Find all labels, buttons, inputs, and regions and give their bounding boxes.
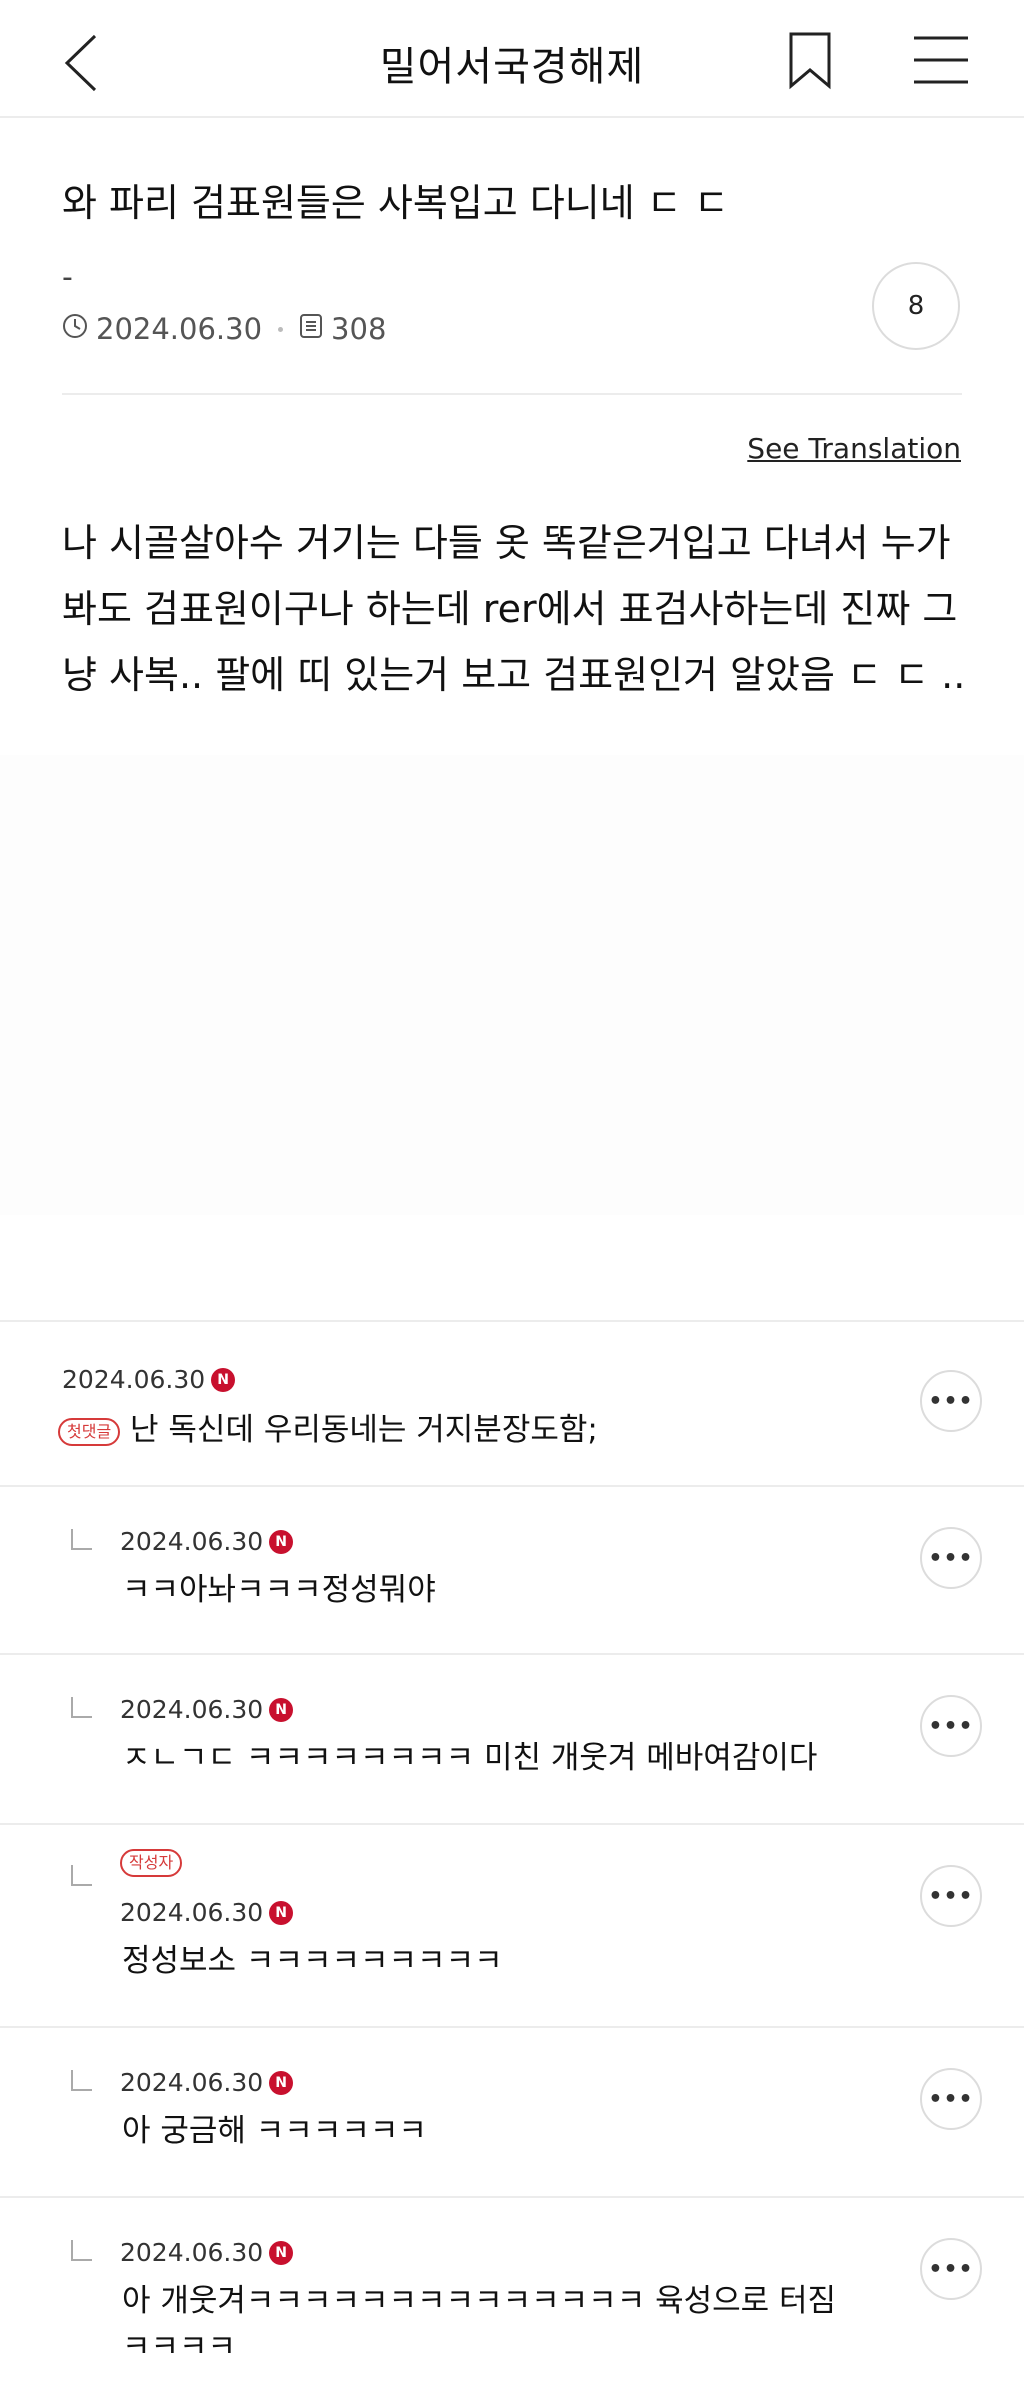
reply-item: 2024.06.30 N 아 궁금해 ㅋㅋㅋㅋㅋㅋ •••	[0, 2026, 1024, 2196]
comment-date: 2024.06.30	[120, 2238, 264, 2267]
new-badge: N	[269, 2240, 294, 2265]
new-badge: N	[269, 1697, 294, 1722]
reply-indicator-icon	[71, 1529, 92, 1550]
reply-item: 2024.06.30 N 아 개웃겨ㅋㅋㅋㅋㅋㅋㅋㅋㅋㅋㅋㅋㅋㅋ 육성으로 터짐…	[0, 2196, 1024, 2393]
comment-more-button[interactable]: •••	[920, 2238, 982, 2300]
menu-button[interactable]	[912, 34, 970, 86]
comment-text: ㅈㄴㄱㄷ ㅋㅋㅋㅋㅋㅋㅋㅋ 미친 개웃겨 메바여감이다	[122, 1740, 818, 1776]
bookmark-icon	[789, 32, 831, 90]
new-badge: N	[269, 1529, 294, 1554]
comment-text-row: 첫댓글 난 독신데 우리동네는 거지분장도함;	[58, 1407, 598, 1453]
hamburger-menu-icon	[914, 36, 968, 84]
see-translation-link[interactable]: See Translation	[747, 432, 961, 465]
comment-date: 2024.06.30	[120, 1527, 264, 1556]
post-image[interactable]	[0, 755, 1024, 1215]
post-date: 2024.06.30	[96, 312, 263, 346]
comment-meta: 2024.06.30 N	[120, 1695, 294, 1724]
comment-meta: 2024.06.30 N	[120, 2238, 294, 2267]
comment-more-button[interactable]: •••	[920, 1865, 982, 1927]
divider	[62, 393, 962, 395]
reply-item: 2024.06.30 N ㅈㄴㄱㄷ ㅋㅋㅋㅋㅋㅋㅋㅋ 미친 개웃겨 메바여감이다…	[0, 1653, 1024, 1823]
comment-date: 2024.06.30	[120, 2068, 264, 2097]
first-comment-label: 첫댓글	[58, 1417, 121, 1446]
post-views: 308	[331, 312, 387, 346]
comment-text: 정성보소 ㅋㅋㅋㅋㅋㅋㅋㅋㅋ	[122, 1943, 503, 1979]
reply-indicator-icon	[71, 1697, 92, 1718]
comment-date: 2024.06.30	[120, 1898, 264, 1927]
comment-text: 아 개웃겨ㅋㅋㅋㅋㅋㅋㅋㅋㅋㅋㅋㅋㅋㅋ 육성으로 터짐	[122, 2283, 837, 2319]
views-icon	[299, 312, 323, 346]
author-label-row: 작성자	[120, 1849, 183, 1877]
comment-text: 난 독신데 우리동네는 거지분장도함;	[130, 1412, 598, 1448]
reply-item: 작성자 2024.06.30 N 정성보소 ㅋㅋㅋㅋㅋㅋㅋㅋㅋ •••	[0, 1823, 1024, 2026]
comment-count-button[interactable]: 8	[872, 262, 960, 350]
comment-meta: 2024.06.30 N	[62, 1365, 236, 1394]
comment-meta: 2024.06.30 N	[120, 1527, 294, 1556]
post-author[interactable]: -	[62, 260, 73, 295]
comment-date: 2024.06.30	[62, 1365, 206, 1394]
comment-date: 2024.06.30	[120, 1695, 264, 1724]
author-label: 작성자	[120, 1849, 183, 1877]
bookmark-button[interactable]	[785, 30, 835, 90]
comment-item: 2024.06.30 N 첫댓글 난 독신데 우리동네는 거지분장도함; •••	[0, 1320, 1024, 1485]
top-nav-bar: 밀어서국경해제	[0, 0, 1024, 118]
comment-text: 아 궁금해 ㅋㅋㅋㅋㅋㅋ	[122, 2113, 427, 2149]
reply-indicator-icon	[71, 1865, 92, 1886]
post-title: 와 파리 검표원들은 사복입고 다니네 ㄷ ㄷ	[62, 181, 729, 225]
comment-more-button[interactable]: •••	[920, 1370, 982, 1432]
board-title[interactable]: 밀어서국경해제	[0, 34, 1024, 92]
clock-icon	[62, 312, 88, 346]
comment-meta: 2024.06.30 N	[120, 2068, 294, 2097]
reply-item: 2024.06.30 N ㅋㅋ아놔ㅋㅋㅋ정성뭐야 •••	[0, 1485, 1024, 1653]
new-badge: N	[269, 1900, 294, 1925]
comment-text: ㅋㅋ아놔ㅋㅋㅋ정성뭐야	[122, 1572, 436, 1608]
post-meta: 2024.06.30 308	[62, 312, 386, 346]
reply-indicator-icon	[71, 2070, 92, 2091]
comment-more-button[interactable]: •••	[920, 1527, 982, 1589]
new-badge: N	[269, 2070, 294, 2095]
reply-indicator-icon	[71, 2240, 92, 2261]
comment-text-continued: ㅋㅋㅋㅋ	[122, 2329, 237, 2365]
comment-more-button[interactable]: •••	[920, 2068, 982, 2130]
post-body: 나 시골살아수 거기는 다들 옷 똑같은거입고 다녀서 누가 봐도 검표원이구나…	[62, 521, 966, 697]
comment-meta: 2024.06.30 N	[120, 1898, 294, 1927]
comment-more-button[interactable]: •••	[920, 1695, 982, 1757]
meta-separator	[278, 326, 284, 332]
new-badge: N	[211, 1367, 236, 1392]
